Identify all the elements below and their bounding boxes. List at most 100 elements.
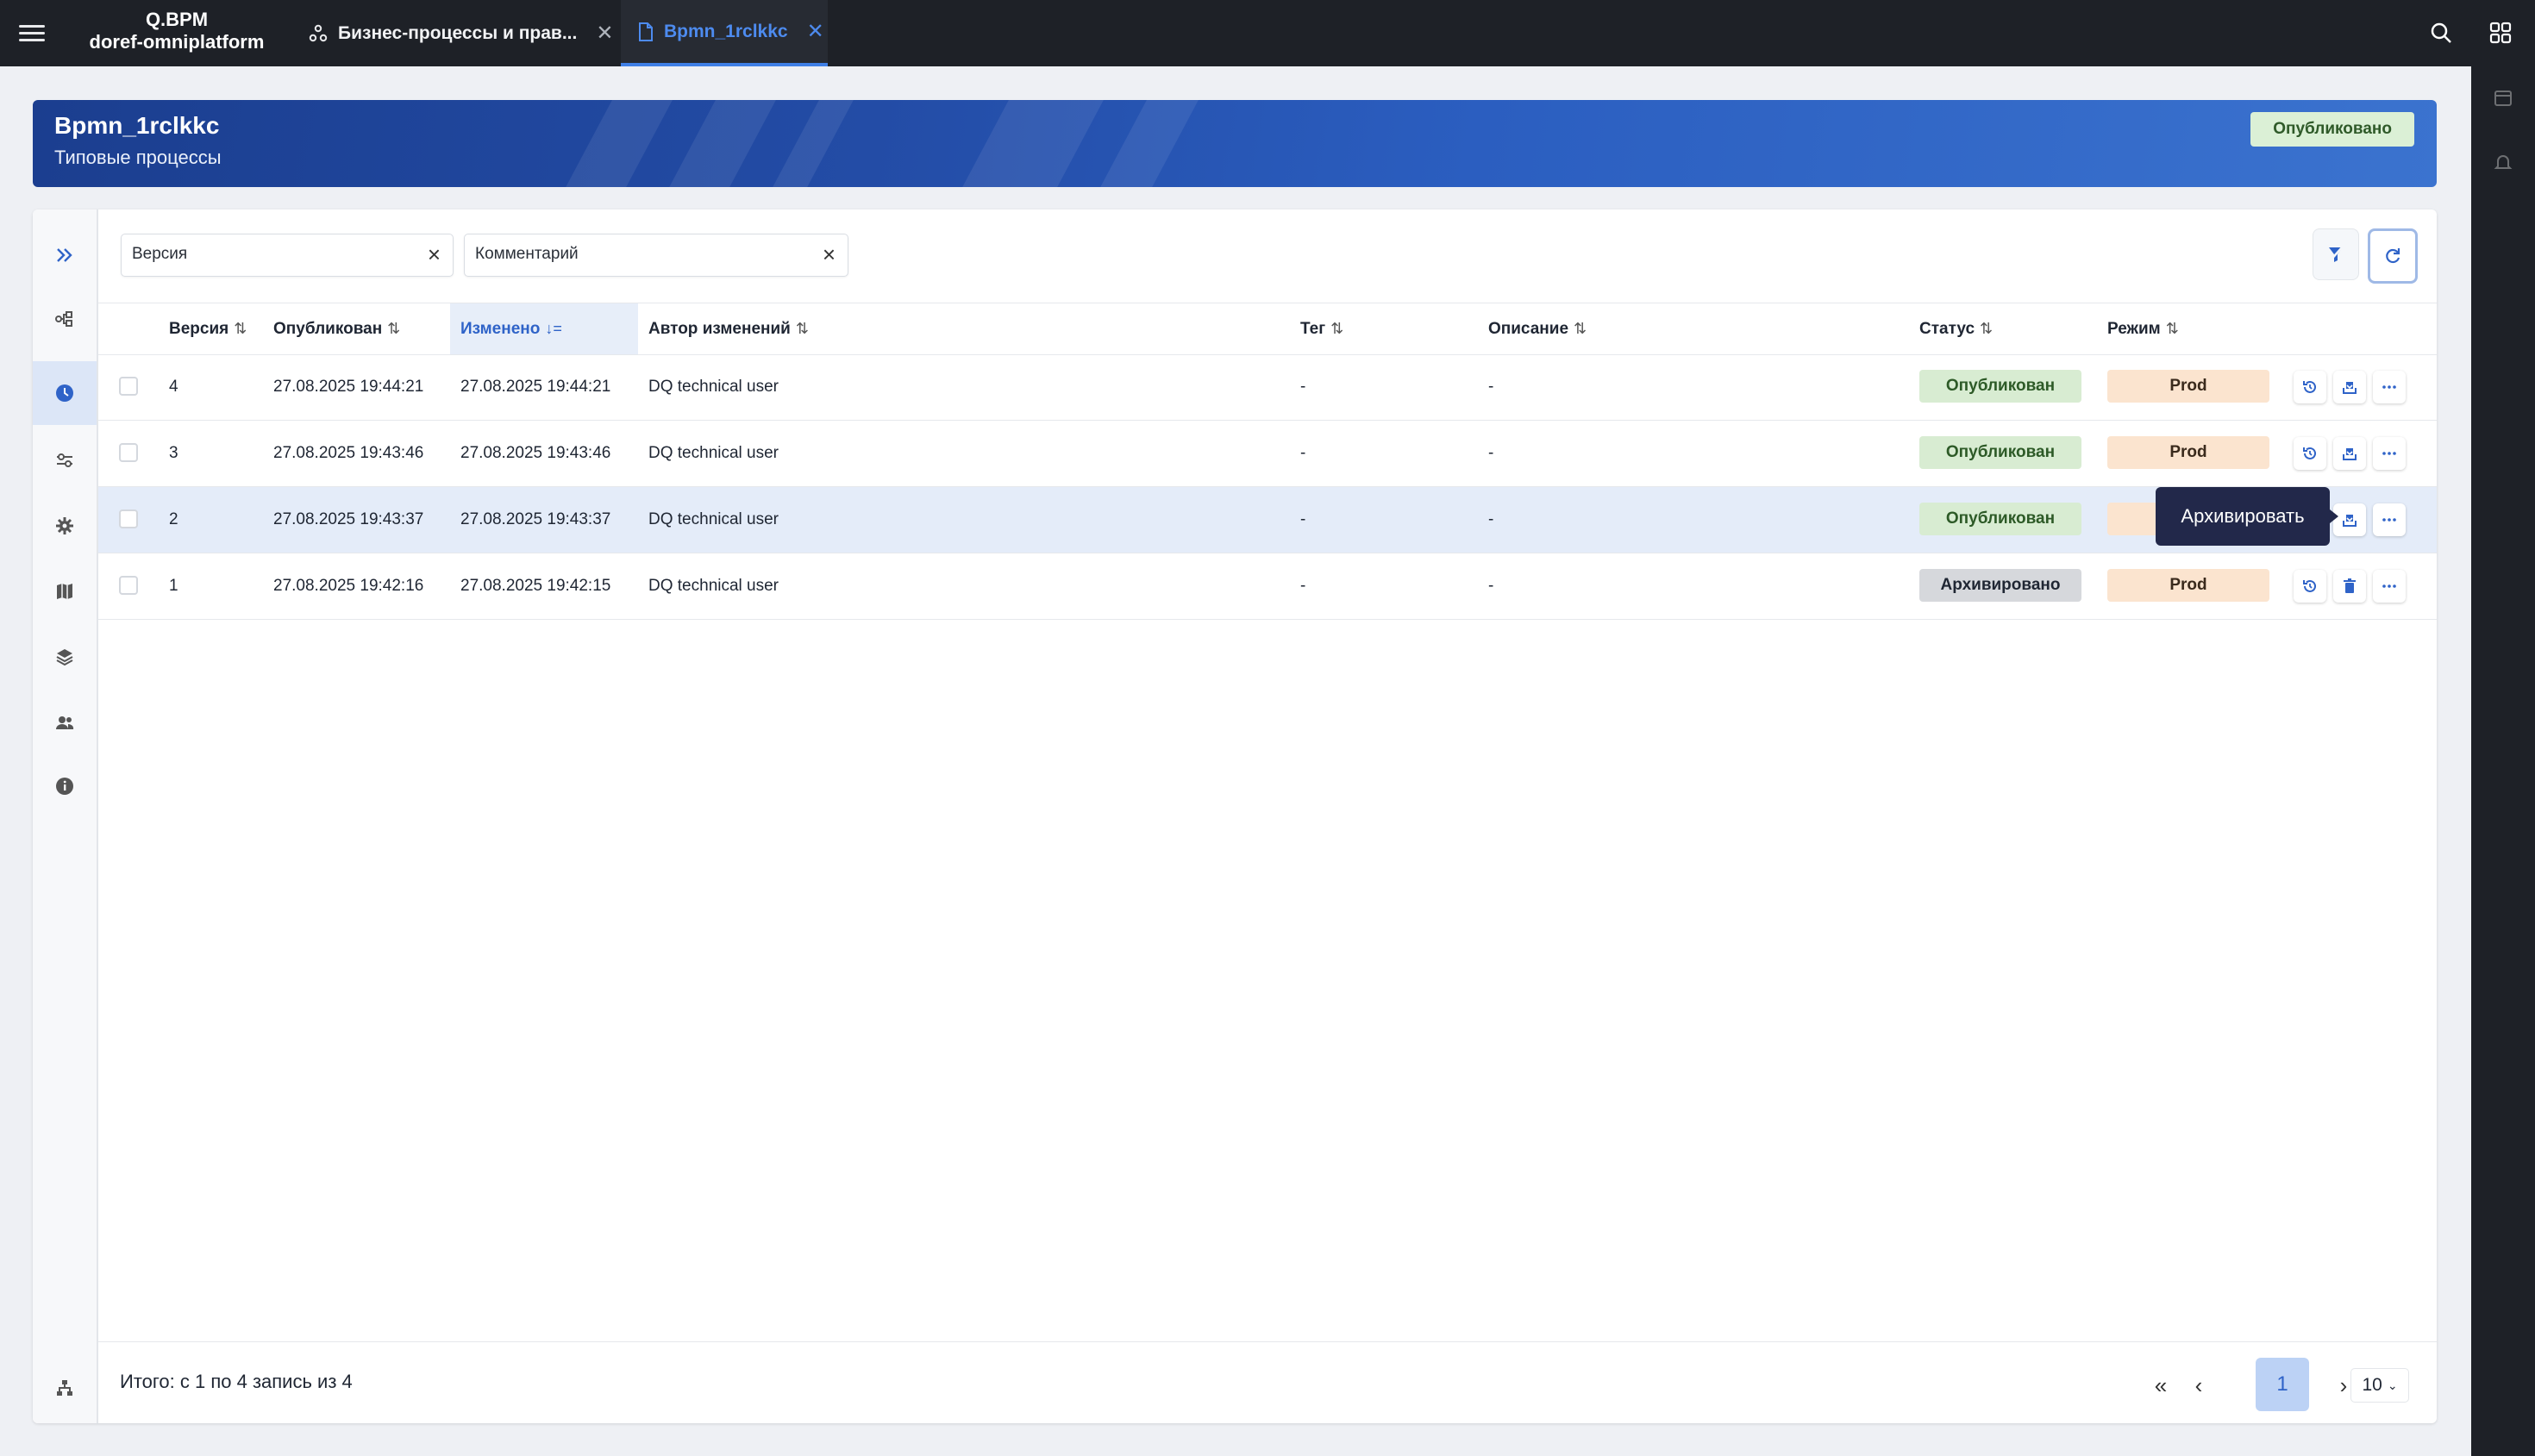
close-icon[interactable]: ✕ — [596, 21, 613, 46]
column-header-description[interactable]: Описание ⇅ — [1488, 303, 1587, 354]
clear-icon[interactable]: × — [428, 243, 441, 266]
map-icon[interactable] — [33, 559, 97, 623]
first-page-icon[interactable]: « — [2144, 1368, 2178, 1403]
layers-icon[interactable] — [33, 625, 97, 689]
column-header-changed[interactable]: Изменено ↓= — [450, 303, 638, 354]
column-header-author[interactable]: Автор изменений ⇅ — [648, 303, 809, 354]
clear-icon[interactable]: × — [823, 243, 836, 266]
users-icon[interactable] — [33, 691, 97, 754]
description-cell: - — [1488, 444, 1494, 462]
delete-button[interactable] — [2333, 570, 2366, 603]
restore-button[interactable] — [2294, 570, 2326, 603]
changed-cell: 27.08.2025 19:44:21 — [460, 378, 611, 396]
versions-card: × × Версия⇅ Опубликован⇅ Изменено↓= Авто… — [33, 209, 2437, 1423]
status-badge: Опубликовано — [2250, 112, 2414, 147]
archive-button[interactable] — [2333, 437, 2366, 470]
archive-button[interactable] — [2333, 371, 2366, 403]
archive-tooltip: Архивировать — [2156, 487, 2338, 546]
more-icon — [2382, 584, 2396, 588]
info-icon[interactable] — [33, 754, 97, 818]
more-icon — [2382, 385, 2396, 389]
bell-icon[interactable] — [2494, 153, 2513, 176]
more-button[interactable] — [2373, 371, 2406, 403]
column-header-mode[interactable]: Режим ⇅ — [2107, 303, 2179, 354]
tab-business-processes[interactable]: Бизнес-процессы и прав... ✕ — [304, 0, 617, 66]
page-header: Bpmn_1rclkkc Типовые процессы Опубликова… — [33, 100, 2437, 187]
apps-grid-icon[interactable] — [2488, 21, 2513, 49]
mode-badge: Prod — [2107, 569, 2269, 602]
more-button[interactable] — [2373, 503, 2406, 536]
row-checkbox[interactable] — [119, 377, 138, 396]
more-button[interactable] — [2373, 570, 2406, 603]
column-header-tag[interactable]: Тег ⇅ — [1300, 303, 1343, 354]
page-subtitle: Типовые процессы — [54, 147, 222, 168]
calendar-icon[interactable] — [2494, 88, 2513, 111]
published-cell: 27.08.2025 19:44:21 — [273, 378, 424, 396]
trash-icon — [2344, 578, 2356, 593]
refresh-icon — [2386, 248, 2400, 264]
restore-icon — [2303, 447, 2316, 459]
row-checkbox[interactable] — [119, 509, 138, 528]
published-cell: 27.08.2025 19:43:37 — [273, 510, 424, 528]
hierarchy-icon[interactable] — [33, 1356, 97, 1420]
restore-icon — [2303, 579, 2316, 592]
description-cell: - — [1488, 510, 1494, 528]
column-header-status[interactable]: Статус ⇅ — [1919, 303, 1993, 354]
version-filter-input[interactable] — [122, 234, 401, 274]
archive-icon — [2343, 382, 2357, 394]
chevron-down-icon: ⌄ — [2387, 1378, 2398, 1392]
search-icon[interactable] — [2429, 21, 2453, 49]
tab-bpmn[interactable]: Bpmn_1rclkkc ✕ — [621, 0, 828, 66]
collapse-icon[interactable] — [33, 223, 97, 287]
document-icon — [638, 22, 654, 41]
tag-cell: - — [1300, 510, 1306, 528]
gear-icon[interactable] — [33, 494, 97, 558]
row-checkbox[interactable] — [119, 443, 138, 462]
version-cell: 3 — [169, 444, 178, 462]
more-icon — [2382, 452, 2396, 455]
page-size-select[interactable]: 10 ⌄ — [2350, 1368, 2409, 1403]
table-row[interactable]: 2 27.08.2025 19:43:37 27.08.2025 19:43:3… — [98, 487, 2437, 553]
description-cell: - — [1488, 577, 1494, 595]
history-icon[interactable] — [33, 361, 97, 425]
refresh-button[interactable] — [2368, 228, 2418, 284]
table-header: Версия ⇅ Опубликован ⇅ Изменено ↓= Автор из… — [98, 303, 2437, 355]
restore-button[interactable] — [2294, 437, 2326, 470]
comment-filter[interactable]: × — [464, 234, 848, 277]
status-badge: Опубликован — [1919, 436, 2081, 469]
table-row[interactable]: 1 27.08.2025 19:42:16 27.08.2025 19:42:1… — [98, 553, 2437, 620]
mode-badge: Prod — [2107, 370, 2269, 403]
version-filter[interactable]: × — [121, 234, 454, 277]
mode-badge: Prod — [2107, 436, 2269, 469]
changed-cell: 27.08.2025 19:43:37 — [460, 510, 611, 528]
author-cell: DQ technical user — [648, 577, 779, 595]
filter-off-icon — [2328, 246, 2344, 263]
column-header-published[interactable]: Опубликован ⇅ — [273, 303, 400, 354]
published-cell: 27.08.2025 19:42:16 — [273, 577, 424, 595]
table-row[interactable]: 3 27.08.2025 19:43:46 27.08.2025 19:43:4… — [98, 421, 2437, 487]
version-cell: 2 — [169, 510, 178, 528]
archive-icon — [2343, 448, 2357, 460]
tab-label: Bpmn_1rclkkc — [664, 21, 788, 41]
published-cell: 27.08.2025 19:43:46 — [273, 444, 424, 462]
process-icon[interactable] — [33, 287, 97, 351]
comment-filter-input[interactable] — [465, 234, 796, 274]
row-checkbox[interactable] — [119, 576, 138, 595]
settings-sliders-icon[interactable] — [33, 428, 97, 492]
restore-button[interactable] — [2294, 371, 2326, 403]
current-page-button[interactable]: 1 — [2256, 1358, 2309, 1411]
status-badge: Опубликован — [1919, 370, 2081, 403]
clear-filters-button[interactable] — [2313, 228, 2359, 280]
prev-page-icon[interactable]: ‹ — [2181, 1368, 2216, 1403]
section-nav — [33, 209, 98, 1423]
close-icon[interactable]: ✕ — [807, 19, 824, 44]
brand-workspace: doref-omniplatform — [89, 31, 265, 53]
more-button[interactable] — [2373, 437, 2406, 470]
column-header-version[interactable]: Версия ⇅ — [169, 303, 247, 354]
brand-title: Q.BPM — [145, 9, 209, 30]
author-cell: DQ technical user — [648, 444, 779, 462]
author-cell: DQ technical user — [648, 510, 779, 528]
table-row[interactable]: 4 27.08.2025 19:44:21 27.08.2025 19:44:2… — [98, 354, 2437, 421]
menu-icon[interactable] — [19, 21, 45, 45]
app-brand[interactable]: Q.BPM doref-omniplatform — [71, 9, 283, 53]
